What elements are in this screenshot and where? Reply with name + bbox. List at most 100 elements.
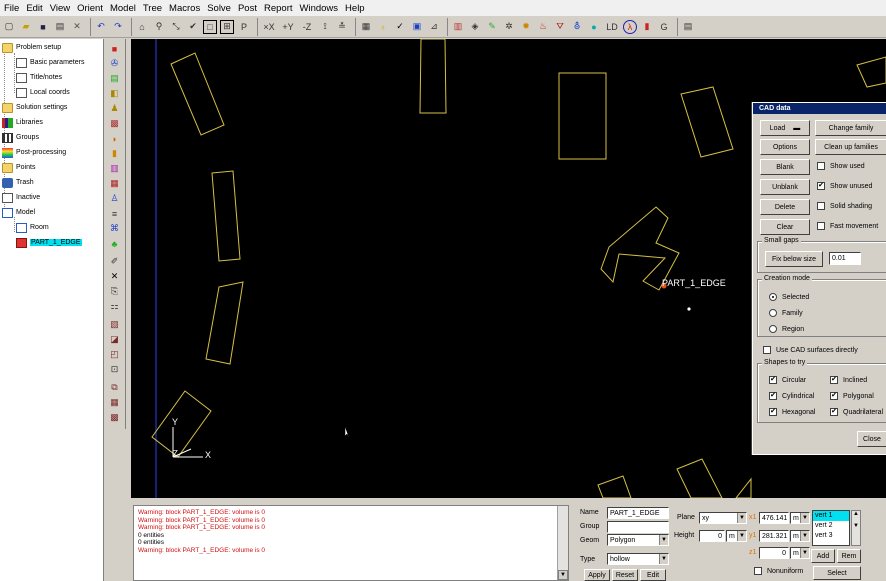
hexagonal-checkbox[interactable]: ✔ Hexagonal: [769, 408, 815, 416]
menu-view[interactable]: View: [48, 3, 75, 14]
lambda-icon[interactable]: λ: [623, 19, 637, 34]
chart-icon[interactable]: ⊿: [427, 20, 441, 34]
z1-input[interactable]: 0: [759, 547, 789, 559]
tree-item-groups[interactable]: Groups: [2, 131, 39, 144]
print-icon[interactable]: ▤: [53, 20, 67, 34]
document-icon[interactable]: ▤: [681, 20, 695, 34]
solid-shading-checkbox[interactable]: Solid shading: [817, 202, 872, 210]
plane-select[interactable]: xy ▼: [699, 512, 747, 524]
y1-unit-select[interactable]: m ▼: [790, 530, 810, 542]
snap-icon[interactable]: ⧉: [108, 381, 121, 394]
unblank-button[interactable]: Unblank: [760, 179, 810, 195]
select-vertex-button[interactable]: Select: [813, 566, 861, 580]
open-icon[interactable]: ▰: [19, 20, 33, 34]
opening-icon[interactable]: ◧: [108, 87, 121, 100]
report-icon[interactable]: ▮: [640, 20, 654, 34]
split-icon[interactable]: ◪: [108, 333, 121, 346]
menu-edit[interactable]: Edit: [24, 3, 47, 14]
geom-select[interactable]: Polygon ▼: [607, 534, 669, 546]
clean-up-families-button[interactable]: Clean up families: [815, 139, 886, 155]
tools-icon[interactable]: ✕: [70, 20, 84, 34]
edit-button[interactable]: Edit: [640, 569, 666, 581]
scroll-down-icon[interactable]: ▼: [558, 570, 568, 580]
morph-icon[interactable]: ▧: [108, 318, 121, 331]
resistance-icon[interactable]: ▥: [108, 162, 121, 175]
vertex-marker[interactable]: [687, 307, 691, 311]
show-unused-checkbox[interactable]: ✔ Show unused: [817, 182, 872, 190]
redo-icon[interactable]: ↷: [111, 20, 125, 34]
menu-solve[interactable]: Solve: [205, 3, 236, 14]
heat-icon[interactable]: ♨: [536, 20, 550, 34]
tree-item-model[interactable]: Model: [2, 206, 35, 219]
x1-unit-select[interactable]: m ▼: [790, 512, 810, 524]
home-icon[interactable]: ⌂: [135, 20, 149, 34]
monitor-points-icon[interactable]: ≡: [108, 207, 121, 220]
wall-icon[interactable]: ▩: [108, 117, 121, 130]
array-icon[interactable]: ▩: [108, 411, 121, 424]
copy-icon[interactable]: ⎘: [108, 285, 121, 298]
close-button[interactable]: Close: [857, 431, 886, 447]
mesh2-icon[interactable]: ⛛: [553, 20, 567, 34]
tree-item-basic-parameters[interactable]: Basic parameters: [16, 56, 84, 69]
center-icon[interactable]: ⊡: [108, 363, 121, 376]
tree-item-part-1-edge[interactable]: PART_1_EDGE: [16, 236, 82, 249]
wrench-icon[interactable]: ✲: [502, 20, 516, 34]
minus-z-icon[interactable]: -Z: [299, 20, 315, 34]
menu-help[interactable]: Help: [343, 3, 370, 14]
g-icon[interactable]: G: [657, 20, 671, 34]
list-item[interactable]: vert 3: [813, 531, 849, 541]
polygonal-checkbox[interactable]: ✔ Polygonal: [830, 392, 874, 400]
vent-icon[interactable]: ▤: [108, 72, 121, 85]
nonuniform-checkbox[interactable]: Nonuniform: [754, 567, 803, 575]
person2-icon[interactable]: ♣: [108, 237, 121, 250]
menu-model[interactable]: Model: [108, 3, 141, 14]
clear-button[interactable]: Clear: [760, 219, 810, 235]
sphere-icon[interactable]: ●: [587, 20, 601, 34]
edit-icon[interactable]: ✐: [108, 255, 121, 268]
family-radio[interactable]: Family: [769, 309, 803, 317]
plus-y-icon[interactable]: +Y: [280, 20, 296, 34]
fix-below-size-button[interactable]: Fix below size: [765, 251, 823, 267]
show-used-checkbox[interactable]: Show used: [817, 162, 865, 170]
tree-item-room[interactable]: Room: [16, 221, 49, 234]
person-icon[interactable]: ♟: [108, 102, 121, 115]
align-faces-icon[interactable]: ◰: [108, 348, 121, 361]
tree-item-title-notes[interactable]: Title/notes: [16, 71, 62, 84]
delete-icon[interactable]: ✕: [108, 270, 121, 283]
mesh-icon[interactable]: ◈: [468, 20, 482, 34]
apply-button[interactable]: Apply: [584, 569, 610, 581]
menu-report[interactable]: Report: [262, 3, 298, 14]
quadrilateral-checkbox[interactable]: ✔ Quadrilateral: [830, 408, 883, 416]
type-select[interactable]: hollow ▼: [607, 553, 669, 565]
circular-checkbox[interactable]: ✔ Circular: [769, 376, 806, 384]
vertex-scrollbar[interactable]: ▲ ▼: [851, 510, 861, 546]
fast-movement-checkbox[interactable]: Fast movement: [817, 222, 878, 230]
remove-vertex-button[interactable]: Rem: [837, 549, 861, 563]
new-icon[interactable]: ▢: [2, 20, 16, 34]
undo-icon[interactable]: ↶: [94, 20, 108, 34]
delete-button[interactable]: Delete: [760, 199, 810, 215]
merge-icon[interactable]: ▦: [108, 396, 121, 409]
tree-item-libraries[interactable]: Libraries: [2, 116, 43, 129]
p-icon[interactable]: P: [237, 20, 251, 34]
menu-macros[interactable]: Macros: [167, 3, 205, 14]
menu-windows[interactable]: Windows: [298, 3, 344, 14]
plus-x-icon[interactable]: ×X: [261, 20, 277, 34]
hinge-icon[interactable]: ♙: [108, 192, 121, 205]
gap-size-input[interactable]: 0.01: [829, 252, 861, 265]
sun-icon[interactable]: ✹: [519, 20, 533, 34]
add-vertex-button[interactable]: Add: [811, 549, 835, 563]
name-input[interactable]: PART_1_EDGE: [607, 507, 669, 519]
message-scrollbar[interactable]: ▼: [557, 506, 568, 580]
box-icon[interactable]: □: [203, 19, 217, 34]
plate-icon[interactable]: ◗: [108, 132, 121, 145]
height-input[interactable]: 0: [699, 530, 725, 542]
menu-tree[interactable]: Tree: [141, 3, 167, 14]
assembly-icon[interactable]: ⌘: [108, 222, 121, 235]
tree-item-local-coords[interactable]: Local coords: [16, 86, 70, 99]
x1-input[interactable]: 476.141: [759, 512, 789, 524]
list-item[interactable]: vert 1: [813, 511, 849, 521]
pen-icon[interactable]: ✎: [485, 20, 499, 34]
block-icon[interactable]: ■: [108, 42, 121, 55]
inclined-checkbox[interactable]: ✔ Inclined: [830, 376, 867, 384]
